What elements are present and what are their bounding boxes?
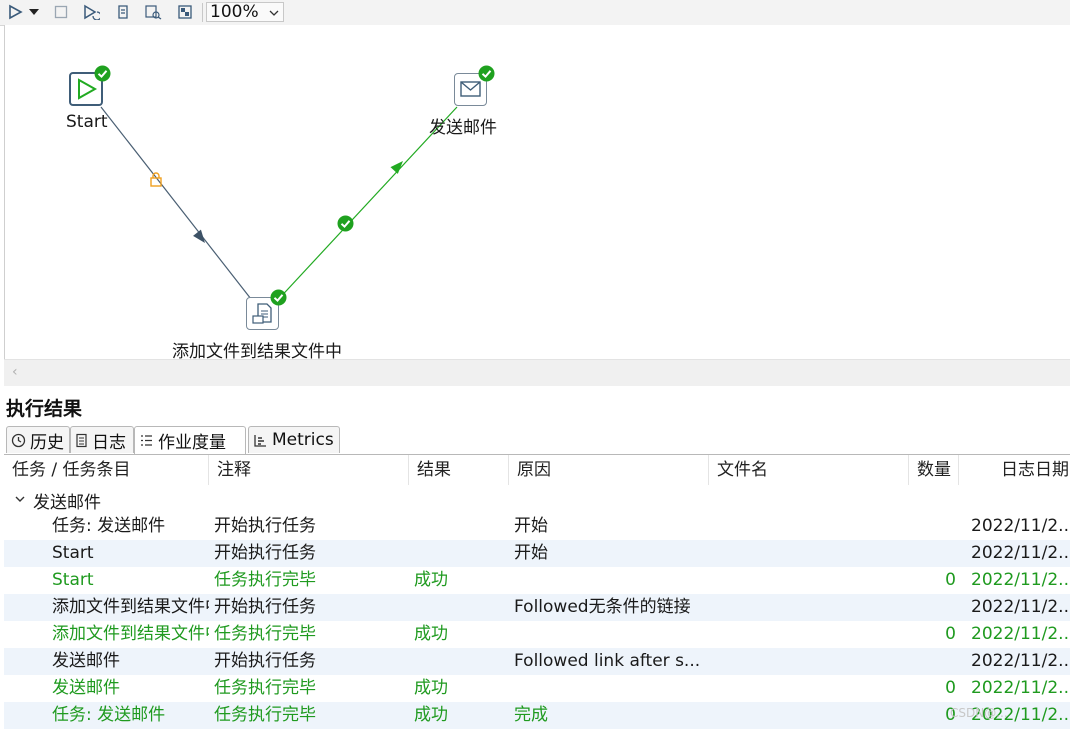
success-check-icon [478,65,495,86]
stop-icon[interactable] [50,2,72,22]
cell-result: 成功 [414,678,448,698]
hop-arrow-icon [390,161,403,174]
cell-reason: 开始 [514,516,548,536]
cell-task: 添加文件到结果文件中 [52,624,209,644]
results-tabbar: 历史 日志 作业度量 Metrics [4,426,1070,455]
tab-label: Metrics [272,430,334,450]
metrics-icon [253,433,268,448]
tab-metrics[interactable]: Metrics [248,426,340,453]
success-check-icon [94,65,111,86]
impact-icon[interactable] [174,2,196,22]
cell-result: 成功 [414,570,448,590]
cell-task: 发送邮件 [52,651,120,671]
zoom-select[interactable]: 100% [206,2,284,22]
table-row[interactable]: Start 任务执行完毕 成功 0 2022/11/2... [4,567,1070,594]
cell-comment: 开始执行任务 [214,516,316,536]
cell-result: 成功 [414,624,448,644]
table-row[interactable]: 任务: 发送邮件 任务执行完毕 成功 完成 0 2022/11/2... [4,702,1070,729]
run-dropdown-icon[interactable] [26,2,42,22]
toolbar-separator [202,3,203,22]
success-check-icon [270,289,287,310]
cell-reason: 完成 [514,705,548,725]
tab-history[interactable]: 历史 [6,426,70,453]
cell-task: 发送邮件 [52,678,120,698]
job-metrics-icon [139,433,154,448]
column-header-result[interactable]: 结果 [409,455,509,485]
success-check-icon [337,215,354,236]
cell-task: Start [52,543,94,563]
job-canvas[interactable]: Start 发送邮件 添加文件到结果文件中 [4,25,1070,362]
cell-reason: 开始 [514,543,548,563]
node-label-start: Start [66,112,108,132]
tab-log[interactable]: 日志 [70,426,134,453]
tree-group-row[interactable]: 发送邮件 [4,486,1070,513]
run-icon[interactable] [4,2,26,22]
cell-count: 0 [945,624,956,644]
table-row[interactable]: 发送邮件 开始执行任务 Followed link after s... 2022/1… [4,648,1070,675]
job-metrics-table: 任务 / 任务条目 注释 结果 原因 文件名 数量 日志日期 发送邮件 任务: … [4,455,1070,730]
cell-comment: 任务执行完毕 [214,570,316,590]
hop-layer [100,106,458,304]
cell-task: 添加文件到结果文件中 [52,597,209,617]
verify-icon[interactable] [112,2,134,22]
cell-comment: 开始执行任务 [214,597,316,617]
hop-arrow-icon [193,229,205,243]
results-title: 执行结果 [6,398,83,420]
cell-log-date: 2022/11/2... [971,570,1070,590]
lock-icon[interactable] [149,171,163,191]
cell-reason: Followed无条件的链接 [514,597,691,617]
cell-log-date: 2022/11/2... [971,651,1070,671]
cell-reason: Followed link after s... [514,651,701,671]
cell-task: 任务: 发送邮件 [52,705,166,725]
tab-label: 历史 [30,432,64,453]
replay-icon[interactable] [80,2,102,22]
column-header-reason[interactable]: 原因 [509,455,709,485]
cell-count: 0 [945,678,956,698]
tab-label: 日志 [92,432,126,453]
column-header-log-date[interactable]: 日志日期 [959,455,1070,485]
cell-log-date: 2022/11/2... [971,624,1070,644]
history-icon [11,433,26,448]
table-row[interactable]: 添加文件到结果文件中 任务执行完毕 成功 0 2022/11/2... [4,621,1070,648]
group-label: 发送邮件 [33,493,101,513]
cell-task: Start [52,570,94,590]
table-row[interactable]: 任务: 发送邮件 开始执行任务 开始 2022/11/2... [4,513,1070,540]
node-label-send-mail: 发送邮件 [429,118,497,138]
cell-comment: 开始执行任务 [214,651,316,671]
cell-comment: 任务执行完毕 [214,705,316,725]
cell-comment: 任务执行完毕 [214,678,316,698]
table-row[interactable]: 发送邮件 任务执行完毕 成功 0 2022/11/2... [4,675,1070,702]
column-header-count[interactable]: 数量 [909,455,959,485]
cell-log-date: 2022/11/2... [971,597,1070,617]
cell-comment: 开始执行任务 [214,543,316,563]
log-icon [75,433,88,448]
watermark: CSDN@... [950,706,1008,720]
cell-count: 0 [945,570,956,590]
cell-log-date: 2022/11/2... [971,543,1070,563]
tab-job-metrics[interactable]: 作业度量 [134,426,246,454]
chevron-down-icon [268,5,280,24]
table-row[interactable]: Start 开始执行任务 开始 2022/11/2... [4,540,1070,567]
column-header-task[interactable]: 任务 / 任务条目 [4,455,209,485]
canvas-horizontal-scrollbar[interactable]: ‹ [4,359,1070,386]
preview-icon[interactable] [142,2,164,22]
zoom-value: 100% [210,2,259,22]
column-header-comment[interactable]: 注释 [209,455,409,485]
cell-task: 任务: 发送邮件 [52,516,166,536]
cell-result: 成功 [414,705,448,725]
toolbar: 100% [0,0,1070,26]
chevron-left-icon[interactable]: ‹ [12,364,18,380]
chevron-down-icon[interactable] [14,491,26,511]
cell-comment: 任务执行完毕 [214,624,316,644]
column-header-filename[interactable]: 文件名 [709,455,909,485]
cell-count: 0 [945,705,956,725]
hop-start-to-add-files [100,106,252,300]
cell-log-date: 2022/11/2... [971,678,1070,698]
tab-label: 作业度量 [158,433,226,453]
table-row[interactable]: 添加文件到结果文件中 开始执行任务 Followed无条件的链接 2022/11/2.… [4,594,1070,621]
cell-log-date: 2022/11/2... [971,516,1070,536]
